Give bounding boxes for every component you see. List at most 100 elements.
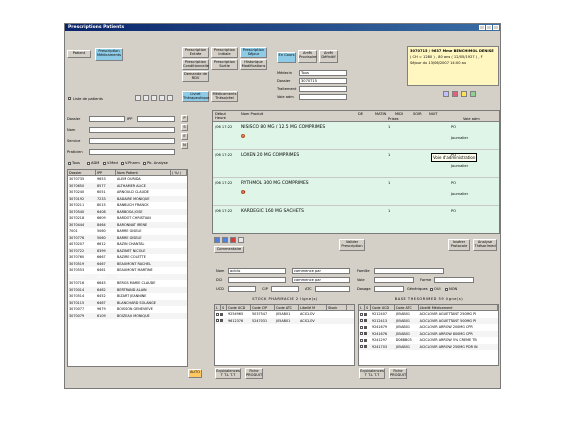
base-col-atc[interactable]: Code ATC	[395, 305, 419, 310]
base-row-flags[interactable]	[359, 344, 371, 351]
dossier-filter-select[interactable]: 3070715	[299, 78, 347, 84]
arret-provisoire-button[interactable]: Arrêt Provisoire	[298, 50, 317, 63]
search-nom-mode-select[interactable]: commence par	[292, 268, 350, 274]
maximize-button[interactable]	[486, 25, 492, 30]
prescription-conditionnelle-button[interactable]: Prescription Conditionnelle	[182, 59, 209, 70]
service-select[interactable]	[89, 138, 175, 144]
prescription-initiale-button[interactable]: Prescription Initiale	[211, 47, 238, 58]
nom-input[interactable]	[89, 127, 175, 133]
search-atc-input[interactable]	[315, 286, 350, 292]
dossier-input[interactable]	[89, 116, 125, 122]
base-equivalences-button[interactable]: Equivalences T T.L T.T	[359, 368, 385, 379]
auto-button[interactable]: AUTO	[188, 369, 202, 378]
search-dci-mode-select[interactable]: commence par	[292, 277, 350, 283]
patient-row[interactable]: 3070079 6109 BOIZEAU MONIQUE	[68, 312, 187, 319]
stock-equivalences-button[interactable]: Equivalences T T.L T.T	[215, 368, 241, 379]
warning-icon[interactable]	[461, 91, 467, 97]
medicaments-theso-button[interactable]: Médicaments Théso/réel	[211, 91, 238, 102]
commentaire-button[interactable]: Commentaire	[214, 246, 244, 253]
base-col-libelle[interactable]: Libellé Médicament	[419, 305, 498, 310]
side-letter-s-button[interactable]: S	[181, 124, 188, 131]
stock-col-ucd[interactable]: Code UCD	[227, 305, 251, 310]
ipp-input[interactable]	[137, 116, 175, 122]
search-dci-input[interactable]	[228, 277, 286, 283]
radio-vmed[interactable]: V.Med	[103, 161, 118, 165]
historique-modifications-button[interactable]: Historique Modifications	[240, 59, 267, 70]
demande-rdv-button[interactable]: Demande de RDV	[182, 71, 209, 82]
radio-vpharm[interactable]: V.Pharm	[121, 161, 140, 165]
base-row[interactable]: 9241703 J05AB01 ACICLOVIR ARROW 250MG PDR …	[359, 343, 498, 351]
side-letter-e-button[interactable]: E	[181, 133, 188, 140]
col-heure: Heure	[215, 116, 226, 120]
prescription-frequency: Journalier	[451, 164, 469, 168]
stock-col-libelle[interactable]: Libellé M	[299, 305, 327, 310]
prescription-row[interactable]: /06 17:22 LOXEN 20 MG COMPRIMES 1 PO Journal…	[213, 150, 499, 178]
tab-prescription-medicaments[interactable]: Prescription Médicaments	[95, 48, 123, 61]
delete-icon[interactable]	[230, 237, 236, 243]
forme-select[interactable]	[434, 277, 474, 283]
folder-icon[interactable]	[143, 95, 149, 101]
livret-therapeutique-button[interactable]: Livret Thérapeutique	[182, 91, 209, 102]
search-ucd-input[interactable]	[228, 286, 256, 292]
analyse-thesorimed-button[interactable]: Analyse Thésorimed	[473, 239, 497, 251]
side-letter-p-button[interactable]: P	[181, 115, 188, 122]
voie-adm-select[interactable]	[299, 94, 347, 100]
exit-icon[interactable]	[167, 95, 173, 101]
report-icon[interactable]	[443, 91, 449, 97]
lab-icon[interactable]	[452, 91, 458, 97]
generiques-non[interactable]: NON	[445, 287, 457, 291]
edit-icon[interactable]	[238, 237, 244, 243]
tab-patient[interactable]: Patient	[67, 50, 91, 58]
col-dossier[interactable]: Dossier	[68, 170, 96, 175]
col-matin: MATIN	[375, 112, 387, 116]
stock-cell: 5247031	[252, 318, 268, 323]
stock-row[interactable]: 9612376 5247031 J05AB01 ACICLOV	[215, 317, 354, 325]
ipp-label: IPP	[127, 117, 133, 121]
col-ipp[interactable]: IPP	[96, 170, 116, 175]
search-nom-input[interactable]: aciclo	[228, 268, 286, 274]
refresh-icon[interactable]	[159, 95, 165, 101]
base-fiche-produit-button[interactable]: Fiche PRODUIT	[389, 368, 407, 379]
prescription-sortie-button[interactable]: Prescription Sortie	[211, 59, 238, 70]
patient-icon[interactable]	[135, 95, 141, 101]
base-col-ucd[interactable]: Code UCD	[371, 305, 395, 310]
arret-definitif-button[interactable]: Arrêt Définitif	[319, 50, 338, 63]
prescription-sejour-button[interactable]: Prescription Séjour	[240, 47, 267, 58]
stock-col-stock[interactable]: Stock	[327, 305, 347, 310]
add-icon[interactable]	[214, 237, 220, 243]
close-button[interactable]	[493, 25, 499, 30]
side-letter-n-button[interactable]: N	[181, 142, 188, 149]
stock-fiche-produit-button[interactable]: Fiche PRODUIT	[245, 368, 263, 379]
liste-patients-checkbox[interactable]	[68, 97, 71, 100]
remove-icon[interactable]	[222, 237, 228, 243]
search-cip-input[interactable]	[271, 286, 299, 292]
generiques-oui[interactable]: OUI	[430, 287, 441, 291]
prescription-row[interactable]: /06 17:22 NISISCO 80 MG / 12.5 MG COMPRIM…	[213, 122, 499, 150]
print-icon[interactable]	[151, 95, 157, 101]
stock-col-cip[interactable]: Code CIP	[251, 305, 275, 310]
radio-pb-analyse[interactable]: Pb. Analyse	[143, 161, 168, 165]
famille-select[interactable]	[374, 268, 444, 274]
medecin-select[interactable]: Tous	[299, 70, 347, 76]
voie-select[interactable]	[374, 277, 414, 283]
stock-col-atc[interactable]: Code ATC	[275, 305, 299, 310]
radio-tous[interactable]: Tous	[68, 161, 80, 165]
prescription-date: /06 17:22	[215, 209, 233, 213]
minimize-button[interactable]	[479, 25, 485, 30]
stock-row-flags[interactable]	[215, 318, 227, 325]
inserer-protocole-button[interactable]: Insérer Protocole	[448, 239, 470, 251]
radio-adm[interactable]: ADM	[87, 161, 99, 165]
prescription-row[interactable]: /06 17:22 KARDEGIC 160 MG SACHETS 1 PO	[213, 206, 499, 233]
valider-prescription-button[interactable]: Valider Prescription	[339, 239, 365, 251]
prescription-entree-button[interactable]: Prescription Entrée	[182, 47, 209, 58]
col-nom-patient[interactable]: Nom Patient	[116, 170, 171, 175]
praticien-select[interactable]	[89, 149, 175, 155]
traitement-select[interactable]	[299, 86, 347, 92]
generiques-label: Génériques	[407, 287, 428, 291]
dosage-input[interactable]	[374, 286, 404, 292]
col-percent[interactable]: ( %/ )	[171, 170, 187, 175]
en-cours-button[interactable]: En Cours	[277, 52, 296, 63]
check-icon[interactable]	[470, 91, 476, 97]
stock-cell: ACICLOV	[300, 318, 315, 323]
prescription-row[interactable]: /06 17:22 RYTHMOL 300 MG COMPRIMES 1 PO Jour…	[213, 178, 499, 206]
